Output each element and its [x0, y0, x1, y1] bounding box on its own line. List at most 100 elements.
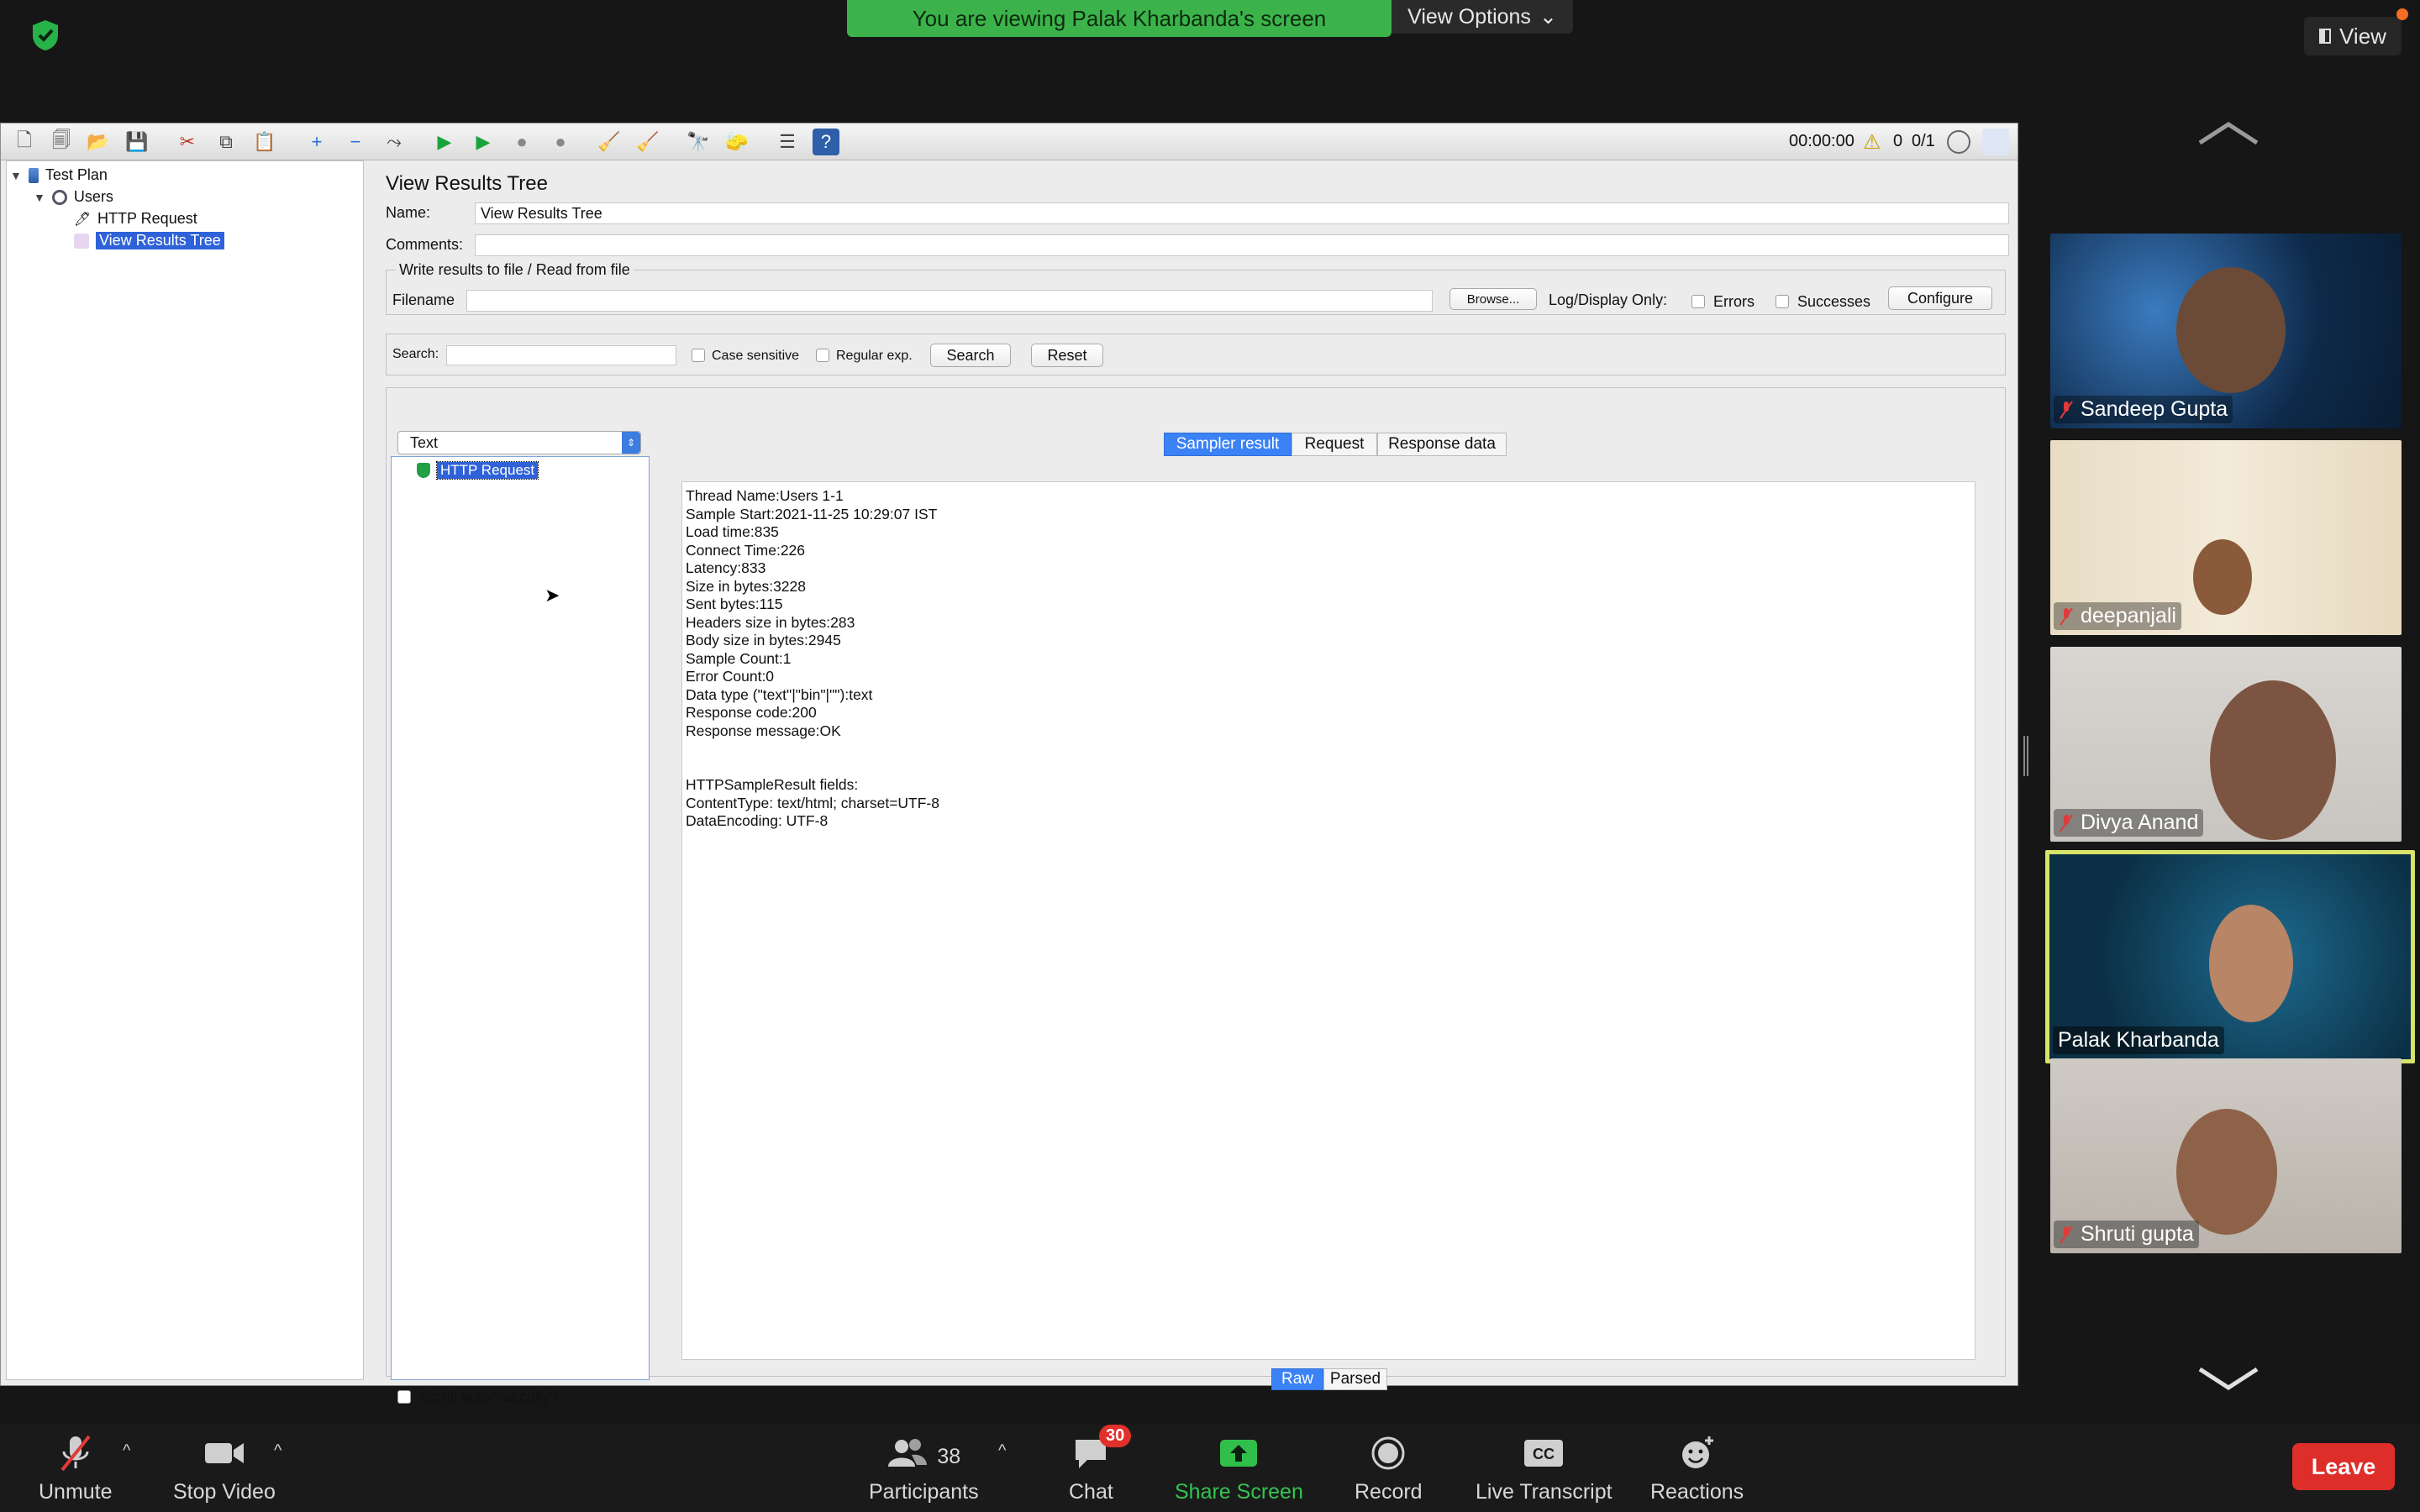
log-viewer-icon[interactable]	[1982, 129, 2009, 155]
clear-all-icon[interactable]: 🧹	[634, 129, 661, 155]
paste-icon[interactable]: 📋	[251, 129, 278, 155]
errors-checkbox[interactable]	[1691, 295, 1705, 308]
tree-node-test-plan[interactable]: ▼ Test Plan	[10, 166, 108, 184]
tab-request[interactable]: Request	[1292, 433, 1377, 456]
clear-icon[interactable]: 🧹	[596, 129, 623, 155]
tree-node-users[interactable]: ▼ Users	[34, 188, 113, 206]
video-options-caret-icon[interactable]: ^	[274, 1441, 281, 1461]
participant-tile-deepanjali[interactable]: deepanjali	[2050, 440, 2402, 635]
participant-tile-shruti-gupta[interactable]: Shruti gupta	[2050, 1058, 2402, 1253]
thread-group-gear-icon	[51, 189, 67, 205]
pipette-icon: 🖊	[74, 212, 92, 227]
stop-icon[interactable]: ●	[508, 129, 535, 155]
shutdown-icon[interactable]: ●	[547, 129, 574, 155]
new-icon[interactable]: 🗋	[11, 129, 38, 155]
search-input[interactable]	[446, 345, 676, 365]
templates-icon[interactable]: 🗐	[48, 129, 75, 155]
participants-options-caret-icon[interactable]: ^	[998, 1441, 1006, 1461]
search-icon[interactable]: 🔭	[685, 129, 712, 155]
participant-name: deepanjali	[2081, 604, 2176, 627]
tree-node-view-results-tree[interactable]: View Results Tree	[74, 232, 224, 249]
select-arrows-icon: ⇕	[622, 432, 640, 454]
participant-nameplate: deepanjali	[2054, 602, 2181, 630]
gallery-down-chevron-icon[interactable]	[2195, 1361, 2262, 1394]
share-screen-button[interactable]: Share Screen	[1175, 1433, 1303, 1504]
renderer-select-value: Text	[410, 433, 439, 451]
test-plan-tree: ▼ Test Plan ▼ Users 🖊 HTTP Request View …	[6, 160, 364, 1380]
jmeter-toolbar: 🗋 🗐 📂 💾 ✂ ⧉ 📋 + − ⤳ ▶ ▶ ● ● 🧹 🧹 🔭 🧽 ☰ ? …	[1, 123, 2018, 160]
search-button[interactable]: Search	[930, 344, 1011, 367]
participant-tile-divya-anand[interactable]: Divya Anand	[2050, 647, 2402, 842]
tab-response-data[interactable]: Response data	[1377, 433, 1507, 456]
save-icon[interactable]: 💾	[124, 129, 150, 155]
toggle-icon[interactable]: ⤳	[381, 129, 408, 155]
start-no-pauses-icon[interactable]: ▶	[470, 129, 497, 155]
reactions-button[interactable]: Reactions	[1650, 1433, 1744, 1504]
tree-label-http-request: HTTP Request	[97, 210, 197, 227]
live-transcript-button[interactable]: CC Live Transcript	[1476, 1433, 1612, 1504]
record-icon	[1371, 1436, 1405, 1470]
participant-tile-sandeep-gupta[interactable]: Sandeep Gupta	[2050, 234, 2402, 428]
closed-captions-icon: CC	[1524, 1440, 1564, 1467]
successes-checkbox[interactable]	[1776, 295, 1789, 308]
collapse-all-icon[interactable]: −	[342, 129, 369, 155]
participants-button[interactable]: 38 Participants	[869, 1433, 979, 1504]
participants-icon	[888, 1439, 928, 1467]
cut-icon[interactable]: ✂	[174, 129, 201, 155]
participant-nameplate: Palak Kharbanda	[2053, 1026, 2224, 1054]
renderer-select[interactable]: Text ⇕	[397, 431, 641, 454]
remote-globe-icon[interactable]	[1947, 130, 1970, 154]
participant-nameplate: Sandeep Gupta	[2054, 396, 2233, 423]
view-options-button[interactable]: View Options ⌄	[1392, 0, 1573, 34]
mic-muted-icon	[2060, 1225, 2073, 1244]
result-item-label: HTTP Request	[435, 461, 539, 480]
expand-triangle-icon[interactable]: ▼	[10, 169, 22, 182]
parsed-view-button[interactable]: Parsed	[1323, 1368, 1387, 1390]
mic-muted-icon	[2060, 400, 2073, 419]
listener-icon	[74, 233, 89, 249]
unmute-button[interactable]: Unmute	[39, 1433, 113, 1504]
security-shield-icon[interactable]	[30, 18, 60, 52]
sampler-result-area[interactable]: Thread Name:Users 1-1 Sample Start:2021-…	[681, 481, 1975, 1360]
copy-icon[interactable]: ⧉	[213, 129, 239, 155]
browse-button[interactable]: Browse...	[1449, 288, 1537, 310]
expand-triangle-icon[interactable]: ▼	[34, 191, 45, 204]
unmute-label: Unmute	[39, 1480, 113, 1504]
reset-search-icon[interactable]: 🧽	[723, 129, 750, 155]
help-icon[interactable]: ?	[813, 129, 839, 155]
reactions-smiley-icon	[1681, 1436, 1713, 1468]
comments-input[interactable]	[475, 234, 2009, 256]
regular-exp-checkbox[interactable]	[816, 349, 829, 362]
open-icon[interactable]: 📂	[85, 129, 112, 155]
gallery-resize-handle[interactable]	[2023, 736, 2028, 776]
audio-options-caret-icon[interactable]: ^	[123, 1441, 130, 1461]
raw-view-button[interactable]: Raw	[1271, 1368, 1323, 1390]
gallery-up-chevron-icon[interactable]	[2195, 118, 2262, 151]
tab-sampler-result[interactable]: Sampler result	[1164, 433, 1292, 456]
reset-button[interactable]: Reset	[1031, 344, 1103, 367]
log-display-label: Log/Display Only:	[1549, 291, 1668, 308]
tree-node-http-request[interactable]: 🖊 HTTP Request	[74, 210, 197, 228]
name-input[interactable]: View Results Tree	[475, 202, 2009, 224]
stop-video-button[interactable]: Stop Video	[173, 1433, 276, 1504]
function-helper-icon[interactable]: ☰	[774, 129, 801, 155]
elapsed-timer: 00:00:00	[1789, 132, 1854, 150]
warning-icon[interactable]: ⚠	[1863, 130, 1881, 155]
active-threads: 0/1	[1912, 132, 1935, 150]
result-item-http-request[interactable]: HTTP Request	[417, 461, 539, 480]
filename-input[interactable]	[466, 290, 1433, 312]
view-layout-button[interactable]: View	[2304, 17, 2402, 55]
start-icon[interactable]: ▶	[431, 129, 458, 155]
share-screen-label: Share Screen	[1175, 1480, 1303, 1504]
scroll-automatically-checkbox[interactable]	[397, 1390, 411, 1404]
participant-name: Divya Anand	[2081, 811, 2199, 834]
write-results-legend: Write results to file / Read from file	[396, 261, 634, 279]
participant-tile-palak-kharbanda[interactable]: Palak Kharbanda	[2045, 850, 2415, 1063]
record-button[interactable]: Record	[1355, 1433, 1423, 1504]
participant-nameplate: Shruti gupta	[2054, 1221, 2199, 1248]
configure-button[interactable]: Configure	[1888, 286, 1992, 310]
leave-button[interactable]: Leave	[2292, 1443, 2395, 1490]
jmeter-window: 🗋 🗐 📂 💾 ✂ ⧉ 📋 + − ⤳ ▶ ▶ ● ● 🧹 🧹 🔭 🧽 ☰ ? …	[0, 123, 2018, 1405]
expand-all-icon[interactable]: +	[303, 129, 330, 155]
case-sensitive-checkbox[interactable]	[692, 349, 705, 362]
